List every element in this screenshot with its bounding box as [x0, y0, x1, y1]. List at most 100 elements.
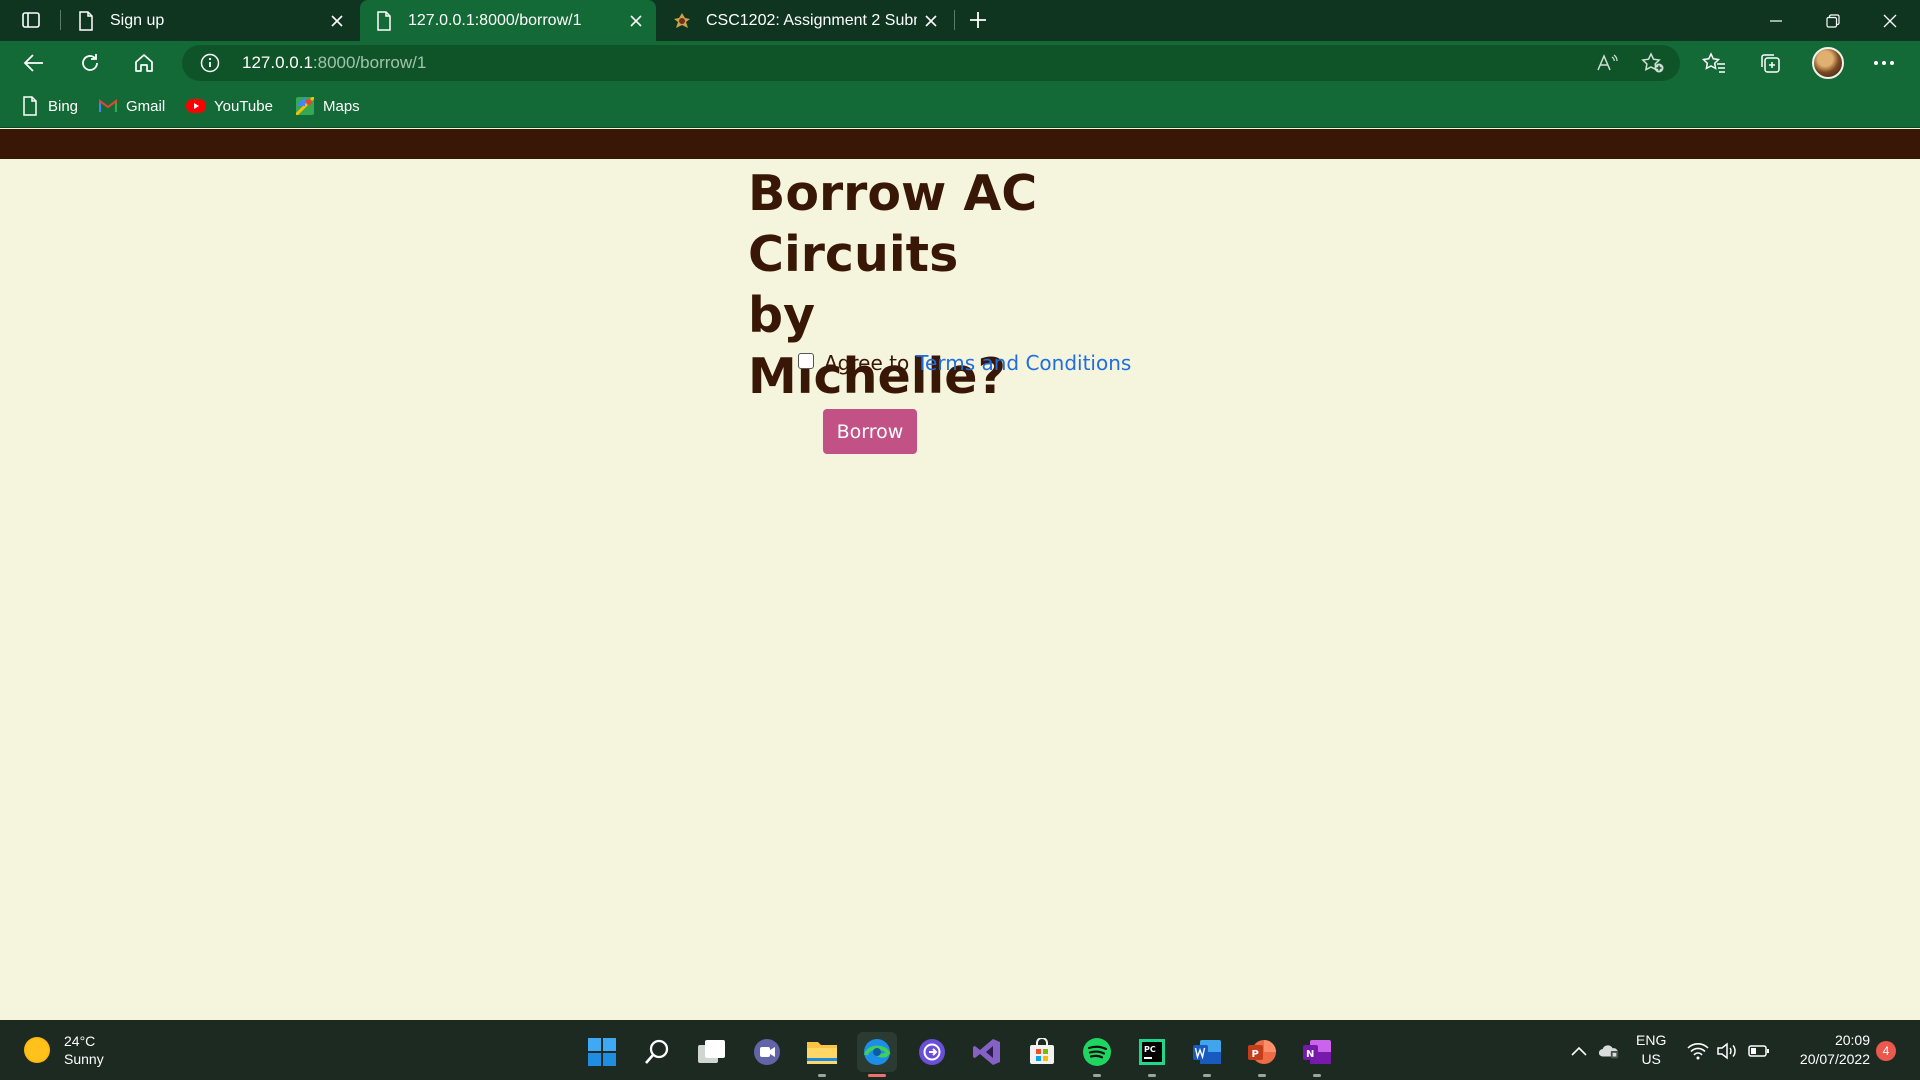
home-button[interactable] [126, 47, 162, 79]
onedrive-icon[interactable] [1598, 1040, 1620, 1062]
favorite-bing[interactable]: Bing [20, 94, 78, 118]
onenote-icon: N [1303, 1040, 1331, 1064]
refresh-button[interactable] [72, 47, 108, 79]
site-info-icon[interactable] [198, 51, 222, 75]
heading-line: Borrow AC Circuits [748, 165, 1038, 283]
favorite-gmail[interactable]: Gmail [98, 94, 165, 118]
svg-text:PC: PC [1144, 1045, 1156, 1054]
weather-widget[interactable]: 24°C Sunny [24, 1032, 104, 1068]
site-navbar [0, 129, 1920, 159]
system-clock[interactable]: 20:09 20/07/2022 [1782, 1031, 1870, 1069]
wifi-icon[interactable] [1687, 1040, 1709, 1062]
plus-icon [970, 12, 986, 28]
borrow-button[interactable]: Borrow [823, 409, 917, 454]
word-button[interactable] [1187, 1032, 1227, 1077]
remote-app-button[interactable] [912, 1032, 952, 1072]
tray-overflow-icon[interactable] [1568, 1040, 1590, 1062]
visual-studio-button[interactable] [967, 1032, 1007, 1072]
favorites-button[interactable] [1696, 47, 1732, 79]
minimize-icon [1770, 19, 1782, 22]
terms-agreement: Agree to Terms and Conditions [798, 351, 1131, 375]
teams-chat-button[interactable] [747, 1032, 787, 1072]
tab-separator [954, 10, 955, 30]
clock-date: 20/07/2022 [1799, 1051, 1870, 1067]
page-icon [76, 10, 96, 31]
svg-text:P: P [1252, 1049, 1259, 1060]
gmail-icon [98, 96, 118, 116]
windows-start-button[interactable] [582, 1032, 622, 1072]
back-button[interactable] [16, 47, 52, 79]
running-indicator [818, 1074, 826, 1077]
browser-toolbar: 127.0.0.1:8000/borrow/1 [0, 41, 1920, 85]
running-indicator [1148, 1074, 1156, 1077]
weather-temp: 24°C [64, 1033, 96, 1049]
university-crest-icon [672, 11, 692, 31]
page-icon [20, 96, 40, 116]
running-indicator [868, 1074, 886, 1077]
agree-checkbox[interactable] [798, 353, 814, 369]
page-content: Borrow AC Circuits by Michelle? Agree to… [0, 129, 1920, 1020]
language-indicator[interactable]: ENG US [1636, 1031, 1666, 1069]
weather-condition: Sunny [64, 1051, 104, 1067]
running-indicator [1203, 1074, 1211, 1077]
read-aloud-icon[interactable] [1592, 49, 1622, 77]
more-dots-icon [1874, 61, 1894, 65]
refresh-icon [82, 54, 98, 71]
tab-sign-up[interactable]: Sign up [62, 0, 357, 41]
pycharm-button[interactable]: PC [1132, 1032, 1172, 1077]
restore-button[interactable] [1805, 0, 1861, 41]
profile-avatar[interactable] [1812, 47, 1844, 79]
restore-icon [1826, 13, 1840, 28]
windows-taskbar: 24°C Sunny PC P N ENG US 20:09 20/07/202… [0, 1020, 1920, 1080]
microsoft-store-button[interactable] [1022, 1032, 1062, 1072]
clock-time: 20:09 [1834, 1032, 1870, 1048]
youtube-icon [186, 96, 206, 116]
notification-badge[interactable]: 4 [1876, 1041, 1896, 1061]
favorite-label: Gmail [126, 97, 166, 115]
powerpoint-button[interactable]: P [1242, 1032, 1282, 1077]
battery-icon[interactable] [1748, 1040, 1770, 1062]
tab-title: 127.0.0.1:8000/borrow/1 [408, 11, 582, 29]
tab-actions-button[interactable] [14, 6, 48, 34]
file-explorer-icon [807, 1042, 837, 1064]
spotify-button[interactable] [1077, 1032, 1117, 1077]
heading-line: by [748, 287, 816, 344]
url-text[interactable]: 127.0.0.1:8000/borrow/1 [242, 53, 426, 73]
search-icon [645, 1039, 669, 1064]
favorite-label: YouTube [214, 97, 273, 115]
task-view-button[interactable] [692, 1032, 732, 1072]
minimize-button[interactable] [1748, 0, 1804, 41]
close-icon [1883, 14, 1897, 27]
svg-text:N: N [1306, 1049, 1314, 1060]
favorite-youtube[interactable]: YouTube [186, 94, 273, 118]
sun-icon [24, 1037, 50, 1063]
edge-icon [864, 1039, 891, 1065]
tab-actions-icon [22, 12, 40, 28]
close-window-button[interactable] [1862, 0, 1918, 41]
edge-button[interactable] [857, 1032, 897, 1077]
settings-more-button[interactable] [1866, 47, 1902, 79]
favorite-maps[interactable]: Maps [295, 94, 360, 118]
close-tab-icon[interactable] [622, 7, 650, 35]
word-icon [1193, 1040, 1221, 1064]
running-indicator [1313, 1074, 1321, 1077]
pycharm-icon: PC [1139, 1039, 1165, 1065]
tab-csc1202[interactable]: CSC1202: Assignment 2 Submiss [658, 0, 951, 41]
collections-button[interactable] [1752, 47, 1788, 79]
address-bar[interactable]: 127.0.0.1:8000/borrow/1 [182, 45, 1680, 81]
tab-borrow[interactable]: 127.0.0.1:8000/borrow/1 [360, 0, 656, 41]
search-button[interactable] [637, 1032, 677, 1072]
volume-icon[interactable] [1716, 1040, 1738, 1062]
new-tab-button[interactable] [962, 6, 994, 34]
add-favorite-icon[interactable] [1638, 49, 1668, 77]
close-tab-icon[interactable] [917, 7, 945, 35]
file-explorer-button[interactable] [802, 1032, 842, 1077]
browser-title-bar: Sign up 127.0.0.1:8000/borrow/1 CSC1202:… [0, 0, 1920, 41]
terms-link[interactable]: Terms and Conditions [916, 351, 1131, 375]
tab-title: Sign up [110, 11, 165, 29]
language-code: ENG [1636, 1032, 1667, 1048]
close-tab-icon[interactable] [323, 7, 351, 35]
tab-title: CSC1202: Assignment 2 Submiss [706, 11, 917, 29]
onenote-button[interactable]: N [1297, 1032, 1337, 1077]
teams-chat-icon [754, 1039, 780, 1065]
